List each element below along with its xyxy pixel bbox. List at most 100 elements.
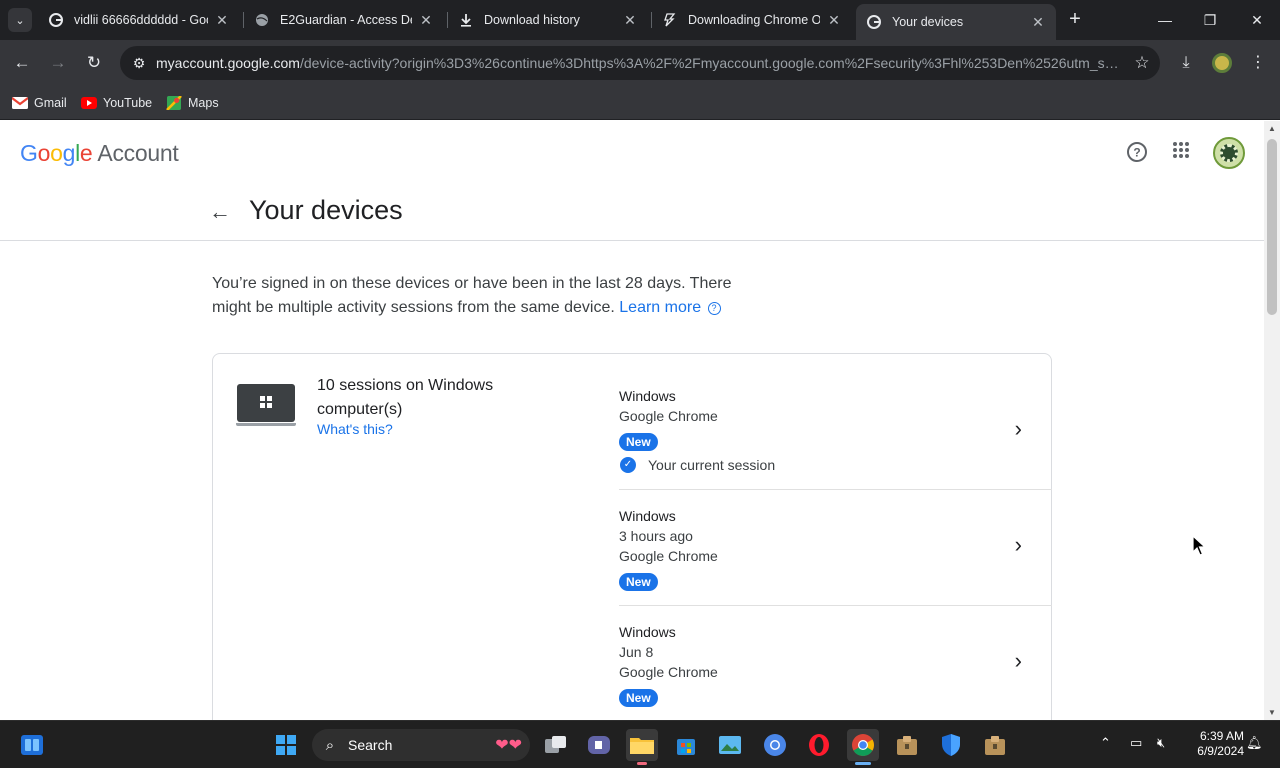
chromium-icon[interactable] <box>759 729 791 761</box>
new-tab-button[interactable]: + <box>1066 9 1084 30</box>
bookmark-maps[interactable]: Maps <box>166 93 219 113</box>
current-session-indicator: ✓ Your current session <box>619 457 1052 473</box>
widgets-icon[interactable] <box>16 729 48 761</box>
chrome-icon[interactable] <box>847 729 879 765</box>
search-icon: ⌕ <box>325 736 335 754</box>
downloads-icon[interactable]: ⤓ <box>1173 50 1199 76</box>
app-package-icon[interactable] <box>979 729 1011 761</box>
defender-shield-icon[interactable] <box>935 729 967 761</box>
avatar-image <box>1220 144 1238 162</box>
search-highlight-icon: ❤❤ <box>495 737 522 754</box>
forward-icon[interactable]: → <box>45 50 71 76</box>
chevron-right-icon: › <box>1014 532 1022 557</box>
back-arrow-icon[interactable]: ← <box>208 200 232 224</box>
app-package-icon[interactable] <box>891 729 923 761</box>
session-time: Jun 8 <box>619 644 654 660</box>
bookmark-label: Gmail <box>34 96 67 110</box>
bookmark-star-icon[interactable]: ☆ <box>1124 53 1160 73</box>
avatar[interactable] <box>1213 137 1245 169</box>
page-content: Google Account ? ← Your devices You’re si… <box>0 121 1264 720</box>
address-bar[interactable]: ⚙ myaccount.google.com/device-activity?o… <box>120 46 1160 80</box>
help-icon[interactable]: ? <box>1125 141 1149 165</box>
apps-grid-icon[interactable] <box>1169 141 1193 165</box>
chevron-down-icon: ⌄ <box>15 14 25 27</box>
close-tab-icon[interactable]: ✕ <box>622 12 638 29</box>
close-tab-icon[interactable]: ✕ <box>826 12 842 29</box>
minimize-icon[interactable]: — <box>1155 10 1175 30</box>
tab-title: vidlii 66666dddddd - Goo <box>74 13 208 27</box>
svg-text:?: ? <box>1133 146 1140 160</box>
photos-icon[interactable] <box>714 729 746 761</box>
opera-icon[interactable] <box>803 729 835 761</box>
google-wordmark: Google <box>20 140 93 166</box>
bookmark-gmail[interactable]: Gmail <box>12 93 67 113</box>
session-row[interactable]: Windows 3 hours ago Google Chrome New › <box>619 506 1052 606</box>
clock-time: 6:39 AM <box>1199 729 1244 743</box>
site-info-icon[interactable]: ⚙ <box>122 55 156 72</box>
google-account-logo[interactable]: Google Account <box>20 140 179 167</box>
notification-bell-icon[interactable]: 🔔︎ <box>1246 735 1263 751</box>
close-tab-icon[interactable]: ✕ <box>1030 14 1046 31</box>
network-icon[interactable]: ▭ <box>1130 735 1142 751</box>
url-path: /device-activity?origin%3D3%26continue%3… <box>299 55 1124 71</box>
tab-title: Your devices <box>892 15 964 29</box>
bookmarks-bar: Gmail YouTube Maps <box>0 86 1280 120</box>
tab-downloading-chrome-os[interactable]: Downloading Chrome OS ✕ <box>652 6 852 34</box>
bookmark-label: Maps <box>188 96 219 110</box>
clock[interactable]: 6:39 AM 6/9/2024 <box>1180 729 1244 759</box>
scrollbar-thumb[interactable] <box>1267 139 1277 315</box>
tab-vidlii[interactable]: vidlii 66666dddddd - Goo ✕ <box>38 6 240 34</box>
start-windows-icon[interactable] <box>270 729 302 761</box>
download-icon <box>458 12 474 28</box>
search-placeholder: Search <box>348 737 393 753</box>
extension-icon[interactable] <box>1212 53 1232 73</box>
session-row[interactable]: Windows Jun 8 Google Chrome New › <box>619 622 1052 720</box>
bookmark-youtube[interactable]: YouTube <box>81 93 152 113</box>
microsoft-store-icon[interactable] <box>670 729 702 761</box>
tab-download-history[interactable]: Download history ✕ <box>448 6 648 34</box>
url-host: myaccount.google.com <box>156 55 300 71</box>
close-tab-icon[interactable]: ✕ <box>214 12 230 29</box>
scroll-up-icon[interactable]: ▲ <box>1264 124 1280 133</box>
tab-your-devices[interactable]: Your devices ✕ <box>856 4 1056 40</box>
reload-icon[interactable]: ↻ <box>81 50 107 76</box>
menu-kebab-icon[interactable]: ⋮ <box>1245 50 1271 76</box>
learn-more-label: Learn more <box>619 299 702 316</box>
device-group-title: 10 sessions on Windows computer(s) <box>317 377 494 418</box>
globe-icon <box>254 12 270 28</box>
new-badge: New <box>619 689 658 707</box>
youtube-icon <box>81 97 97 109</box>
page-scrollbar[interactable]: ▲ ▼ <box>1264 121 1280 720</box>
close-window-icon[interactable]: ✕ <box>1247 10 1267 30</box>
whats-this-link[interactable]: What's this? <box>317 421 393 437</box>
session-os: Windows <box>619 388 676 404</box>
close-tab-icon[interactable]: ✕ <box>418 12 434 29</box>
file-explorer-icon[interactable] <box>626 729 658 765</box>
google-favicon-icon <box>48 12 64 28</box>
header-divider <box>0 240 1264 241</box>
clock-date: 6/9/2024 <box>1197 744 1244 758</box>
device-group-card: 10 sessions on Windows computer(s) What'… <box>212 353 1052 720</box>
learn-more-link[interactable]: Learn more ? <box>619 299 721 316</box>
back-icon[interactable]: ← <box>9 50 35 76</box>
session-browser: Google Chrome <box>619 408 718 424</box>
maps-icon <box>166 96 182 110</box>
teams-meet-icon[interactable] <box>583 729 615 761</box>
url-text[interactable]: myaccount.google.com/device-activity?ori… <box>156 55 1124 71</box>
restore-icon[interactable]: ❐ <box>1200 10 1220 30</box>
session-os: Windows <box>619 508 676 524</box>
tray-chevron-up-icon[interactable]: ⌃ <box>1100 735 1111 751</box>
volume-muted-icon[interactable]: 🔇︎ <box>1157 735 1165 751</box>
taskbar-search[interactable]: ⌕ Search ❤❤ <box>312 729 530 761</box>
scroll-down-icon[interactable]: ▼ <box>1264 708 1280 717</box>
task-view-icon[interactable] <box>540 729 572 761</box>
session-row[interactable]: Windows Google Chrome New ✓ Your current… <box>619 386 1052 490</box>
tab-search-button[interactable]: ⌄ <box>8 8 32 32</box>
chevron-right-icon: › <box>1014 416 1022 441</box>
lightning-icon <box>662 12 678 28</box>
gmail-icon <box>12 97 28 109</box>
tab-e2guardian[interactable]: E2Guardian - Access Den ✕ <box>244 6 444 34</box>
new-badge: New <box>619 433 658 451</box>
tab-title: Downloading Chrome OS <box>688 13 820 27</box>
tab-title: Download history <box>484 13 580 27</box>
